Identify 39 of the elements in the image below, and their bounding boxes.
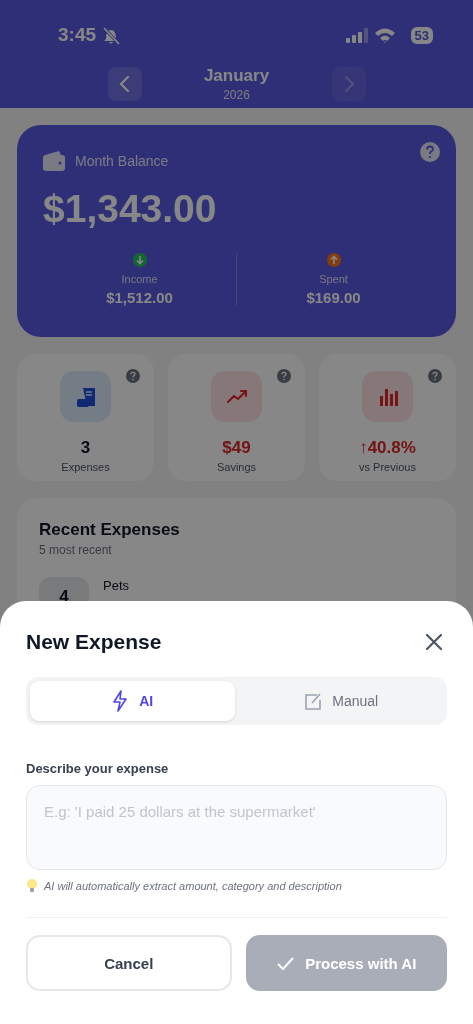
arrow-up-icon — [326, 253, 341, 267]
sheet-title: New Expense — [26, 630, 162, 654]
help-icon — [126, 369, 140, 383]
edit-icon — [303, 691, 323, 711]
arrow-down-icon — [132, 253, 147, 267]
muted-bell-icon — [102, 25, 121, 45]
expense-category: Pets — [103, 578, 129, 593]
section-subtitle: 5 most recent — [39, 543, 113, 557]
mode-tab[interactable]: AI — [30, 681, 235, 721]
cancel-button[interactable]: Cancel — [26, 935, 232, 991]
receipt-icon — [74, 385, 97, 408]
close-icon — [425, 633, 443, 651]
stat-value: ↑40.8% — [359, 438, 416, 458]
stat-label: Savings — [216, 461, 257, 473]
help-icon — [428, 369, 442, 383]
wifi-icon — [373, 26, 396, 44]
year-label: 2026 — [223, 88, 250, 102]
clock-time: 3:45 — [58, 24, 97, 46]
field-label: Describe your expense — [26, 761, 170, 776]
income-amount: $1,512.00 — [106, 289, 173, 306]
battery-level: 53 — [410, 26, 433, 44]
stat-value: 3 — [80, 438, 91, 458]
stat-value: $49 — [222, 438, 251, 458]
balance-amount: $1,343.00 — [43, 187, 218, 231]
help-icon — [277, 369, 291, 383]
stat-label: vs Previous — [359, 461, 416, 473]
lightning-icon — [111, 690, 130, 712]
lightbulb-icon — [26, 878, 38, 893]
help-icon — [420, 142, 440, 162]
stat-label: Expenses — [61, 461, 110, 473]
wallet-icon — [43, 151, 65, 171]
balance-title: Month Balance — [75, 153, 169, 169]
mode-tab[interactable]: Manual — [238, 681, 443, 721]
section-title: Recent Expenses — [39, 520, 181, 540]
hint-text: AI will automatically extract amount, category and description — [44, 879, 342, 892]
income-label: Income — [121, 273, 158, 285]
spent-label: Spent — [319, 273, 348, 285]
month-title: January — [203, 66, 270, 86]
spent-amount: $169.00 — [306, 289, 361, 306]
